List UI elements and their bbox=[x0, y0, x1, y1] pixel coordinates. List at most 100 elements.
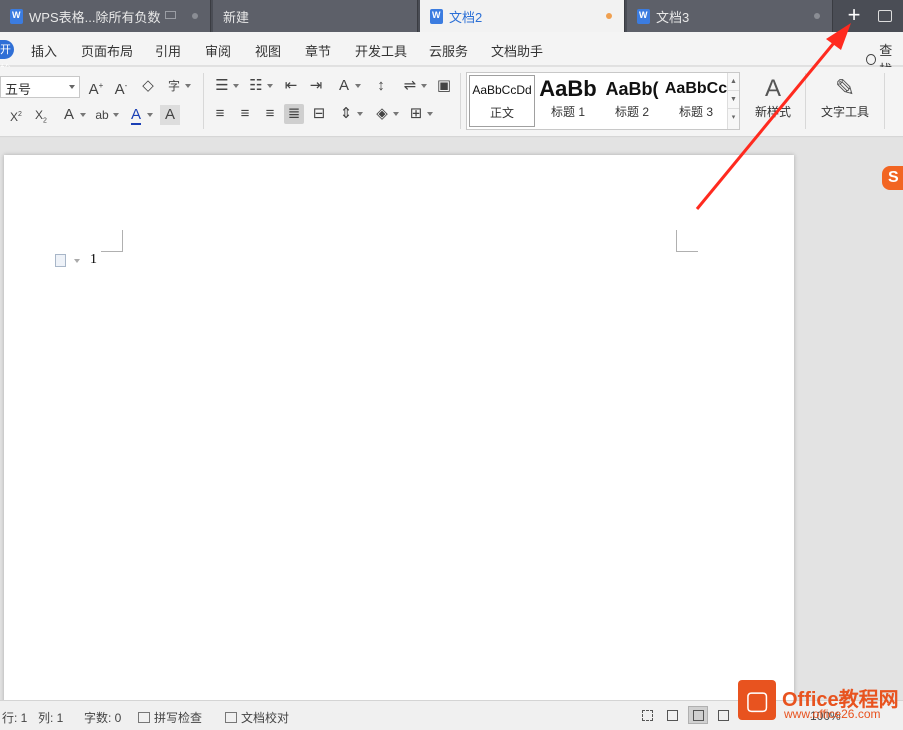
eraser-icon[interactable]: ◇ bbox=[138, 76, 158, 96]
gallery-scrollbar[interactable]: ▲ ▼ ▾ bbox=[727, 73, 739, 129]
text-tools-label: 文字工具 bbox=[820, 105, 869, 119]
doc-proofread-label: 文档校对 bbox=[241, 711, 290, 725]
borders-icon[interactable]: ⊞ bbox=[406, 104, 433, 124]
sogou-ime-icon[interactable]: S bbox=[882, 166, 903, 190]
wps-writer-icon bbox=[430, 8, 443, 24]
numbered-list-icon[interactable]: ☷ bbox=[246, 76, 273, 96]
tab-doc2[interactable]: 文档2 bbox=[420, 0, 625, 32]
read-mode-icon[interactable] bbox=[662, 706, 682, 724]
distributed-align-icon[interactable]: ⊟ bbox=[309, 104, 329, 124]
grow-font-icon[interactable]: A+ bbox=[86, 76, 106, 98]
align-center-icon[interactable]: ≡ bbox=[235, 104, 255, 124]
align-left-icon[interactable]: ≡ bbox=[210, 104, 230, 124]
menu-developer[interactable]: 开发工具 bbox=[355, 41, 407, 60]
expand-gallery-icon[interactable]: ▾ bbox=[728, 109, 739, 127]
spell-check-button[interactable]: 拼写检查 bbox=[138, 709, 202, 726]
style-heading-2[interactable]: AaBb( 标题 2 bbox=[599, 75, 665, 127]
office-logo-icon: ▢ bbox=[738, 680, 776, 720]
style-gallery: AaBbCcDd 正文 AaBb 标题 1 AaBb( 标题 2 AaBbCc … bbox=[466, 72, 740, 130]
ribbon-divider bbox=[203, 73, 204, 129]
document-workspace: 1 bbox=[0, 138, 903, 715]
ribbon-divider bbox=[460, 73, 461, 129]
style-name: 标题 3 bbox=[678, 105, 713, 119]
menu-view[interactable]: 视图 bbox=[255, 41, 281, 60]
tab-label: 文档2 bbox=[449, 9, 483, 25]
paragraph-layout-icon[interactable] bbox=[55, 254, 66, 267]
style-sample: AaBbCc bbox=[664, 80, 728, 97]
tab-close-dot[interactable] bbox=[192, 13, 198, 19]
sort-icon[interactable]: ↕ bbox=[371, 76, 391, 96]
menu-cloud[interactable]: 云服务 bbox=[429, 41, 468, 60]
text-effect-icon[interactable]: A bbox=[59, 105, 86, 125]
new-style-icon: A bbox=[764, 75, 781, 102]
superscript-icon[interactable]: X2 bbox=[6, 105, 26, 125]
document-text[interactable]: 1 bbox=[90, 252, 97, 268]
doc-proofread-button[interactable]: 文档校对 bbox=[225, 709, 289, 726]
margin-corner-mark bbox=[101, 230, 123, 252]
highlight-icon[interactable]: ab bbox=[92, 105, 119, 125]
page-view-icon[interactable] bbox=[688, 706, 708, 724]
menu-section[interactable]: 章节 bbox=[305, 41, 331, 60]
spell-check-label: 拼写检查 bbox=[154, 711, 203, 725]
outline-view-icon[interactable] bbox=[713, 706, 733, 724]
document-page[interactable]: 1 bbox=[4, 155, 794, 715]
decrease-indent-icon[interactable]: ⇤ bbox=[281, 76, 301, 96]
menu-bar: 开始 插入 页面布局 引用 审阅 视图 章节 开发工具 云服务 文档助手 查找 bbox=[0, 32, 903, 77]
tab-new[interactable]: 新建 bbox=[213, 0, 418, 32]
chevron-up-icon[interactable]: ▲ bbox=[728, 73, 739, 91]
unsaved-dot[interactable] bbox=[606, 13, 612, 19]
tab-close-dot[interactable] bbox=[814, 13, 820, 19]
style-heading-1[interactable]: AaBb 标题 1 bbox=[535, 75, 601, 127]
text-tools-button[interactable]: ✎ 文字工具 bbox=[814, 75, 876, 120]
new-style-button[interactable]: A 新样式 bbox=[748, 75, 798, 120]
font-size-select[interactable]: 五号 bbox=[0, 76, 80, 98]
margin-corner-mark bbox=[676, 230, 698, 252]
menu-review[interactable]: 审阅 bbox=[205, 41, 231, 60]
menu-page-layout[interactable]: 页面布局 bbox=[81, 41, 133, 60]
chevron-down-icon[interactable] bbox=[74, 259, 80, 263]
monitor-icon bbox=[165, 11, 176, 19]
fullscreen-icon[interactable] bbox=[637, 706, 657, 724]
status-word-count[interactable]: 字数: 0 bbox=[84, 709, 121, 726]
shrink-font-icon[interactable]: A- bbox=[111, 76, 131, 98]
menu-references[interactable]: 引用 bbox=[155, 41, 181, 60]
window-switch-icon[interactable] bbox=[878, 10, 892, 22]
menu-start[interactable]: 开始 bbox=[0, 40, 14, 76]
spell-check-icon bbox=[138, 712, 150, 723]
font-color-icon[interactable]: A bbox=[126, 105, 153, 125]
align-right-icon[interactable]: ≡ bbox=[260, 104, 280, 124]
ribbon: 五号 A+ A- ◇ 字 X2 X2 A ab A A ☰ ☷ ⇤ ⇥ A ↕ … bbox=[0, 67, 903, 137]
char-shading-icon[interactable]: A bbox=[160, 105, 180, 125]
style-name: 正文 bbox=[489, 106, 514, 120]
subscript-icon[interactable]: X2 bbox=[31, 105, 51, 125]
proofread-icon bbox=[225, 712, 237, 723]
increase-indent-icon[interactable]: ⇥ bbox=[306, 76, 326, 96]
tab-doc3[interactable]: 文档3 bbox=[627, 0, 833, 32]
menu-insert[interactable]: 插入 bbox=[31, 41, 57, 60]
tab-label: 新建 bbox=[223, 9, 250, 25]
wrench-icon: ✎ bbox=[834, 75, 856, 102]
style-normal[interactable]: AaBbCcDd 正文 bbox=[469, 75, 535, 127]
menu-doc-assistant[interactable]: 文档助手 bbox=[491, 41, 543, 60]
justify-icon[interactable]: ≣ bbox=[284, 104, 304, 124]
bullet-list-icon[interactable]: ☰ bbox=[212, 76, 239, 96]
shading-fill-icon[interactable]: ◈ bbox=[372, 104, 399, 124]
tab-label: WPS表格...除所有负数 bbox=[29, 9, 161, 25]
ribbon-divider bbox=[884, 73, 885, 129]
chevron-down-icon[interactable]: ▼ bbox=[728, 91, 739, 109]
style-name: 标题 2 bbox=[614, 105, 649, 119]
text-direction-icon[interactable]: A bbox=[334, 76, 361, 96]
ribbon-divider bbox=[805, 73, 806, 129]
line-spacing-icon[interactable]: ⇌ bbox=[400, 76, 427, 96]
new-tab-plus-icon[interactable]: + bbox=[838, 0, 870, 32]
new-style-label: 新样式 bbox=[754, 105, 791, 119]
tab-bar: WPS表格...除所有负数 新建 文档2 文档3 + bbox=[0, 0, 903, 32]
style-name: 标题 1 bbox=[550, 105, 585, 119]
show-marks-icon[interactable]: ▣ bbox=[434, 76, 454, 96]
tab-wps-sheet[interactable]: WPS表格...除所有负数 bbox=[0, 0, 211, 32]
pinyin-guide-icon[interactable]: 字 bbox=[164, 76, 191, 96]
style-sample: AaBbCcDd bbox=[472, 83, 532, 97]
style-heading-3[interactable]: AaBbCc 标题 3 bbox=[663, 75, 729, 127]
style-sample: AaBb( bbox=[605, 79, 659, 99]
paragraph-spacing-icon[interactable]: ⇕ bbox=[336, 104, 363, 124]
